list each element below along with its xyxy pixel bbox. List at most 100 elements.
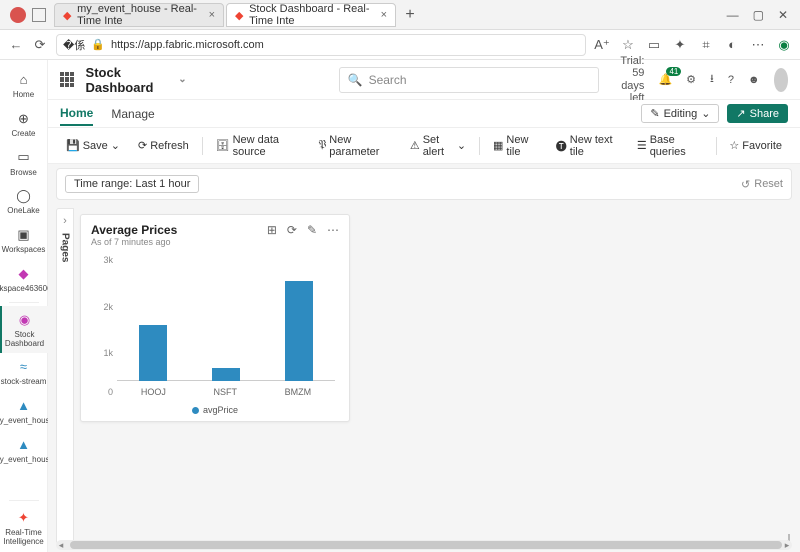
chart-legend: avgPrice (91, 401, 339, 417)
time-range-bar: Time range: Last 1 hour ↺Reset (56, 168, 792, 200)
trial-status: Trial:59 days left (611, 55, 645, 103)
time-range-chip[interactable]: Time range: Last 1 hour (65, 175, 199, 193)
nav-stock-dashboard[interactable]: ◉Stock Dashboard (0, 306, 48, 354)
workspace-icon: ◆ (15, 265, 33, 283)
new-tab-button[interactable]: + (398, 6, 422, 24)
explore-data-icon[interactable]: ⊞ (267, 223, 277, 237)
refresh-button[interactable]: ⟳Refresh (132, 136, 195, 155)
more-icon[interactable]: ⋯ (750, 37, 766, 53)
nav-browse[interactable]: ▭Browse (0, 144, 48, 183)
page-title: Stock Dashboard (86, 65, 175, 95)
horizontal-scrollbar[interactable]: ◂ ▸ (56, 540, 792, 550)
browser-tab[interactable]: ◆ my_event_house - Real-Time Inte × (54, 3, 224, 27)
breadcrumb[interactable]: Stock Dashboard ⌄ (86, 65, 187, 95)
pencil-icon: ✎ (650, 107, 659, 120)
nav-stock-stream[interactable]: ≈stock-stream (0, 353, 48, 392)
command-bar: 💾Save⌄ ⟳Refresh 🗄New data source 𝔓New pa… (48, 128, 800, 164)
scroll-left-icon[interactable]: ◂ (56, 540, 66, 550)
new-parameter-button[interactable]: 𝔓New parameter (312, 131, 397, 161)
tile-title: Average Prices (91, 223, 267, 237)
favorite-button[interactable]: ☆Favorite (723, 136, 788, 155)
nav-onelake[interactable]: ◯OneLake (0, 182, 48, 221)
dashboard-icon: ◉ (16, 311, 34, 329)
tab-title: Stock Dashboard - Real-Time Inte (249, 3, 374, 27)
parameter-icon: 𝔓 (318, 139, 326, 152)
nav-eventhouse-1[interactable]: ▲my_event_house (0, 392, 48, 431)
favorite-icon[interactable]: ☆ (620, 37, 636, 53)
set-alert-button[interactable]: ⚠Set alert⌄ (404, 131, 472, 161)
x-tick: BMZM (285, 387, 312, 397)
copilot-icon[interactable]: ◉ (776, 37, 792, 53)
reset-button[interactable]: ↺Reset (741, 178, 783, 191)
share-button[interactable]: ↗Share (727, 104, 788, 123)
workspaces-icon: ▣ (15, 226, 33, 244)
close-icon[interactable]: × (209, 9, 215, 21)
chart-tile[interactable]: Average Prices As of 7 minutes ago ⊞ ⟳ ✎… (80, 214, 350, 422)
eventhouse-icon: ▲ (15, 397, 33, 415)
x-tick: HOOJ (141, 387, 166, 397)
scroll-right-icon[interactable]: ▸ (782, 540, 792, 550)
fabric-favicon-icon: ◆ (63, 9, 72, 21)
user-avatar[interactable] (774, 68, 788, 92)
pages-panel-collapsed[interactable]: › Pages (56, 208, 74, 544)
search-icon: 🔍 (348, 73, 363, 87)
pages-label: Pages (60, 233, 71, 262)
app-launcher-icon[interactable] (60, 72, 74, 88)
lock-icon: �係 (63, 37, 85, 53)
tile-area[interactable]: Average Prices As of 7 minutes ago ⊞ ⟳ ✎… (74, 208, 792, 544)
addon-icon[interactable]: ⌗ (698, 37, 714, 53)
addon2-icon[interactable]: ◐ (724, 37, 740, 53)
notifications-button[interactable]: 🔔 41 (658, 73, 672, 86)
download-icon[interactable]: ⭳ (710, 70, 714, 89)
maximize-icon[interactable]: ▢ (753, 8, 764, 22)
extensions-icon[interactable]: ✦ (672, 37, 688, 53)
tab-manage[interactable]: Manage (111, 103, 154, 125)
queries-icon: ☰ (637, 139, 647, 152)
nav-workspaces[interactable]: ▣Workspaces (0, 221, 48, 260)
y-tick: 0 (108, 387, 113, 397)
nav-eventhouse-2[interactable]: ▲my_event_house (0, 431, 48, 470)
new-text-tile-button[interactable]: 🅣New text tile (550, 131, 625, 161)
search-placeholder: Search (369, 73, 407, 87)
nav-workspace-item[interactable]: ◆workspace46360677 (0, 260, 48, 299)
undo-icon: ↺ (741, 178, 750, 191)
tile-icon: ▦ (493, 139, 503, 152)
refresh-icon[interactable]: ⟳ (32, 37, 48, 53)
eventhouse-icon: ▲ (15, 436, 33, 454)
nav-create[interactable]: ⊕Create (0, 105, 48, 144)
scrollbar-thumb[interactable] (70, 541, 782, 549)
nav-home[interactable]: ⌂Home (0, 66, 48, 105)
chevron-down-icon: ⌄ (457, 139, 466, 152)
close-window-icon[interactable]: ✕ (778, 8, 788, 22)
tab-overview-icon[interactable] (32, 8, 46, 22)
settings-icon[interactable]: ⚙ (686, 73, 696, 86)
page-tabs: Home Manage ✎Editing⌄ ↗Share (48, 100, 800, 128)
tab-home[interactable]: Home (60, 102, 93, 126)
site-info-icon: 🔒 (91, 38, 105, 51)
more-icon[interactable]: ⋯ (327, 223, 339, 237)
legend-swatch-icon (192, 407, 199, 414)
chevron-down-icon: ⌄ (111, 139, 120, 152)
edit-tile-icon[interactable]: ✎ (307, 223, 317, 237)
browser-tab-active[interactable]: ◆ Stock Dashboard - Real-Time Inte × (226, 3, 396, 27)
close-icon[interactable]: × (381, 9, 387, 21)
new-data-source-button[interactable]: 🗄New data source (210, 131, 307, 161)
help-icon[interactable]: ? (728, 74, 734, 86)
tile-subtitle: As of 7 minutes ago (91, 237, 267, 247)
back-icon[interactable]: ← (8, 37, 24, 53)
minimize-icon[interactable]: — (727, 8, 739, 22)
editing-toggle[interactable]: ✎Editing⌄ (641, 104, 719, 123)
base-queries-button[interactable]: ☰Base queries (631, 131, 709, 161)
save-button[interactable]: 💾Save⌄ (60, 136, 126, 155)
search-input[interactable]: 🔍 Search (339, 67, 599, 93)
new-tile-button[interactable]: ▦New tile (487, 131, 544, 161)
feedback-icon[interactable]: ☻ (748, 74, 760, 86)
url-input[interactable]: �係 🔒 https://app.fabric.microsoft.com (56, 34, 586, 56)
collections-icon[interactable]: ▭ (646, 37, 662, 53)
x-tick: NSFT (214, 387, 238, 397)
onelake-icon: ◯ (15, 187, 33, 205)
read-aloud-icon[interactable]: A⁺ (594, 37, 610, 53)
nav-rti[interactable]: ✦Real-Time Intelligence (0, 504, 48, 552)
profile-avatar-icon[interactable] (10, 7, 26, 23)
tile-refresh-icon[interactable]: ⟳ (287, 223, 297, 237)
